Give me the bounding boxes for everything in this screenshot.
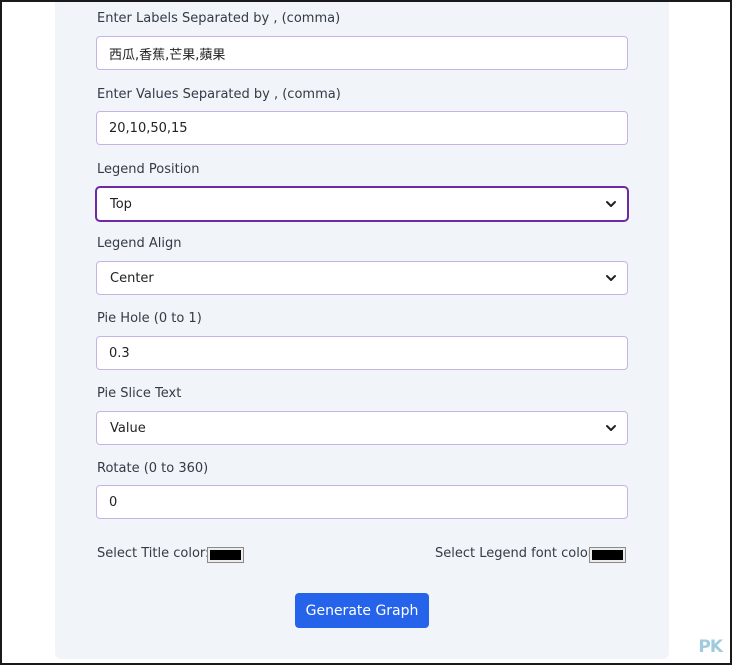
rotate-input-value: 0 bbox=[109, 494, 118, 510]
title-color-label: Select Title color: bbox=[97, 546, 210, 561]
labels-input-value: 西瓜,香蕉,芒果,蘋果 bbox=[109, 47, 226, 63]
pie-hole-label: Pie Hole (0 to 1) bbox=[97, 311, 202, 326]
rotate-label: Rotate (0 to 360) bbox=[97, 461, 209, 476]
watermark-logo: PK bbox=[698, 637, 723, 657]
labels-field-label: Enter Labels Separated by , (comma) bbox=[97, 11, 341, 26]
values-input[interactable]: 20,10,50,15 bbox=[96, 111, 628, 145]
labels-input[interactable]: 西瓜,香蕉,芒果,蘋果 bbox=[96, 36, 628, 70]
rotate-input[interactable]: 0 bbox=[96, 485, 628, 519]
legend-position-selected: Top bbox=[110, 196, 132, 212]
title-color-swatch bbox=[210, 550, 241, 560]
chevron-down-icon bbox=[606, 425, 616, 431]
chevron-down-icon bbox=[606, 201, 616, 207]
legend-align-label: Legend Align bbox=[97, 236, 182, 251]
legend-font-color-swatch bbox=[592, 550, 623, 560]
chevron-down-icon bbox=[606, 275, 616, 281]
legend-position-label: Legend Position bbox=[97, 162, 200, 177]
pie-hole-input[interactable]: 0.3 bbox=[96, 336, 628, 370]
pie-hole-input-value: 0.3 bbox=[109, 345, 130, 361]
values-field-label: Enter Values Separated by , (comma) bbox=[97, 87, 341, 102]
legend-align-selected: Center bbox=[110, 270, 154, 286]
pie-slice-text-select[interactable]: Value bbox=[96, 411, 628, 445]
legend-align-select[interactable]: Center bbox=[96, 261, 628, 295]
generate-graph-button[interactable]: Generate Graph bbox=[295, 593, 429, 628]
values-input-value: 20,10,50,15 bbox=[109, 120, 188, 136]
title-color-picker[interactable] bbox=[207, 547, 244, 563]
legend-position-select[interactable]: Top bbox=[96, 187, 628, 221]
pie-slice-text-label: Pie Slice Text bbox=[97, 386, 182, 401]
pie-slice-text-selected: Value bbox=[110, 420, 146, 436]
legend-font-color-picker[interactable] bbox=[589, 547, 626, 563]
legend-font-color-label: Select Legend font color: bbox=[435, 546, 598, 561]
